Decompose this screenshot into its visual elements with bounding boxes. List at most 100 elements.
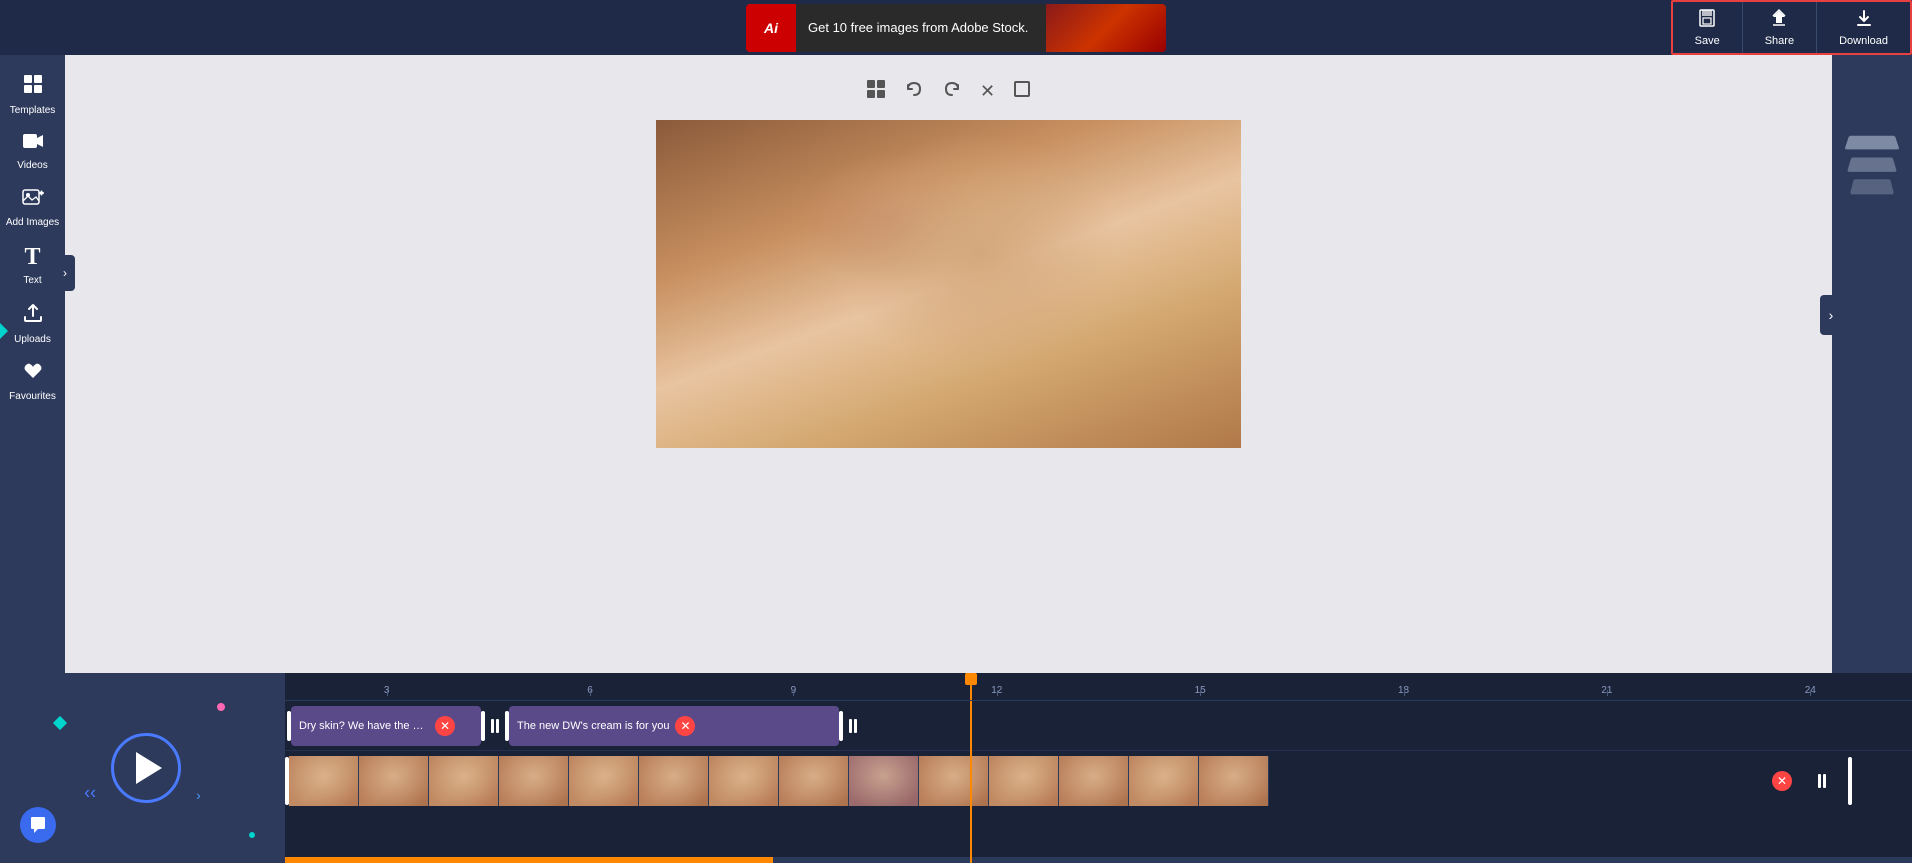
timeline-section: ‹‹ › 3 6 9 12 15 18 21 24 xyxy=(0,673,1912,863)
video-thumb-6 xyxy=(639,756,709,806)
fullscreen-button[interactable] xyxy=(1009,76,1035,107)
track-handle-right-2[interactable] xyxy=(839,711,843,741)
ruler-mark-18: 18 xyxy=(1302,685,1505,696)
video-pause-bar-b xyxy=(1823,774,1826,788)
video-thumb-14 xyxy=(1199,756,1269,806)
decorative-dot-pink xyxy=(217,703,225,711)
video-thumb-9 xyxy=(849,756,919,806)
right-panel: › xyxy=(1832,55,1912,673)
play-controls: ‹‹ › xyxy=(0,673,285,863)
share-icon xyxy=(1769,8,1789,33)
play-button[interactable] xyxy=(111,733,181,803)
progress-bar-container[interactable] xyxy=(285,857,1912,863)
ruler-mark-3: 3 xyxy=(285,685,488,696)
video-thumb-10 xyxy=(919,756,989,806)
share-label: Share xyxy=(1765,35,1794,47)
ruler-mark-15: 15 xyxy=(1099,685,1302,696)
sidebar-item-templates[interactable]: Templates xyxy=(0,65,65,124)
layer-top xyxy=(1845,136,1900,150)
text-icon: T xyxy=(24,244,40,271)
videos-label: Videos xyxy=(17,160,47,171)
left-sidebar: Templates Videos Add Imag xyxy=(0,55,65,673)
add-images-icon xyxy=(22,187,44,213)
video-track-pause xyxy=(1818,774,1826,788)
sidebar-item-add-images[interactable]: Add Images xyxy=(0,179,65,236)
templates-label: Templates xyxy=(10,105,56,116)
text-track-segments: Dry skin? We have the solu... ✕ The new … xyxy=(285,706,863,746)
ruler-mark-9: 9 xyxy=(692,685,895,696)
top-bar-actions: Save Share Download xyxy=(1671,0,1912,55)
decorative-dot-cyan xyxy=(249,832,255,838)
text-track-row: Dry skin? We have the solu... ✕ The new … xyxy=(285,701,1912,751)
uploads-icon xyxy=(22,302,44,330)
videos-icon xyxy=(22,132,44,156)
text-segment-1[interactable]: Dry skin? We have the solu... ✕ xyxy=(291,706,481,746)
track-handle-right-1[interactable] xyxy=(481,711,485,741)
video-thumb-1 xyxy=(289,756,359,806)
save-button[interactable]: Save xyxy=(1673,2,1743,53)
ruler-mark-24: 24 xyxy=(1709,685,1912,696)
video-canvas xyxy=(656,120,1241,448)
video-frame xyxy=(656,120,1241,448)
ruler-marks: 3 6 9 12 15 18 21 24 xyxy=(285,673,1912,700)
download-button[interactable]: Download xyxy=(1817,2,1910,53)
delete-video-track-btn[interactable]: ✕ xyxy=(1772,771,1792,791)
chat-button[interactable] xyxy=(20,807,56,843)
close-button[interactable]: ✕ xyxy=(976,77,999,106)
track-pause-2 xyxy=(849,719,857,733)
timeline-tracks-container: Dry skin? We have the solu... ✕ The new … xyxy=(285,701,1912,863)
text-label: Text xyxy=(23,275,41,286)
sidebar-item-favourites[interactable]: Favourites xyxy=(0,353,65,410)
sidebar-expand-btn[interactable]: › xyxy=(55,255,75,291)
right-expand-button[interactable]: › xyxy=(1820,295,1842,335)
ad-text: Get 10 free images from Adobe Stock. xyxy=(796,20,1040,35)
delete-segment-2-btn[interactable]: ✕ xyxy=(675,716,695,736)
pause-bar-1a xyxy=(491,719,494,733)
timeline-playhead[interactable] xyxy=(970,673,972,700)
favourites-icon xyxy=(22,361,44,387)
text-segment-2-label: The new DW's cream is for you xyxy=(517,720,669,732)
download-label: Download xyxy=(1839,35,1888,47)
video-thumb-2 xyxy=(359,756,429,806)
favourites-label: Favourites xyxy=(9,391,56,402)
video-thumb-8 xyxy=(779,756,849,806)
top-bar: Ai Get 10 free images from Adobe Stock. … xyxy=(0,0,1912,55)
video-thumb-4 xyxy=(499,756,569,806)
video-track-row: ✕ xyxy=(285,751,1912,811)
video-thumb-7 xyxy=(709,756,779,806)
download-icon xyxy=(1854,8,1874,33)
text-segment-1-label: Dry skin? We have the solu... xyxy=(299,720,429,732)
video-track-handle-right[interactable] xyxy=(1848,757,1852,805)
text-segment-2[interactable]: The new DW's cream is for you ✕ xyxy=(509,706,839,746)
ad-banner[interactable]: Ai Get 10 free images from Adobe Stock. xyxy=(746,4,1166,52)
playhead-handle[interactable] xyxy=(965,673,977,685)
pause-bar-1b xyxy=(496,719,499,733)
video-thumb-11 xyxy=(989,756,1059,806)
layer-middle xyxy=(1847,157,1897,171)
ad-background xyxy=(1046,4,1166,52)
video-thumbnails xyxy=(289,756,1912,806)
redo-button[interactable] xyxy=(938,75,966,108)
layers-icon xyxy=(1847,135,1897,191)
layer-bottom xyxy=(1850,179,1894,194)
sidebar-item-uploads[interactable]: Uploads xyxy=(0,294,65,353)
share-button[interactable]: Share xyxy=(1743,2,1817,53)
video-thumb-5 xyxy=(569,756,639,806)
video-pause-bar-a xyxy=(1818,774,1821,788)
sidebar-item-videos[interactable]: Videos xyxy=(0,124,65,179)
video-content xyxy=(656,120,1241,448)
track-pause-1 xyxy=(491,719,499,733)
delete-segment-1-btn[interactable]: ✕ xyxy=(435,716,455,736)
ruler-mark-6: 6 xyxy=(488,685,691,696)
save-icon xyxy=(1697,8,1717,33)
right-arrows: › xyxy=(196,787,201,803)
grid-view-button[interactable] xyxy=(862,75,890,108)
progress-bar-fill xyxy=(285,857,773,863)
undo-button[interactable] xyxy=(900,75,928,108)
decorative-diamond xyxy=(53,716,67,730)
uploads-label: Uploads xyxy=(14,334,51,345)
adobe-logo: Ai xyxy=(746,4,796,52)
timeline-main: 3 6 9 12 15 18 21 24 D xyxy=(285,673,1912,863)
canvas-toolbar: ✕ xyxy=(862,75,1035,108)
save-label: Save xyxy=(1695,35,1720,47)
